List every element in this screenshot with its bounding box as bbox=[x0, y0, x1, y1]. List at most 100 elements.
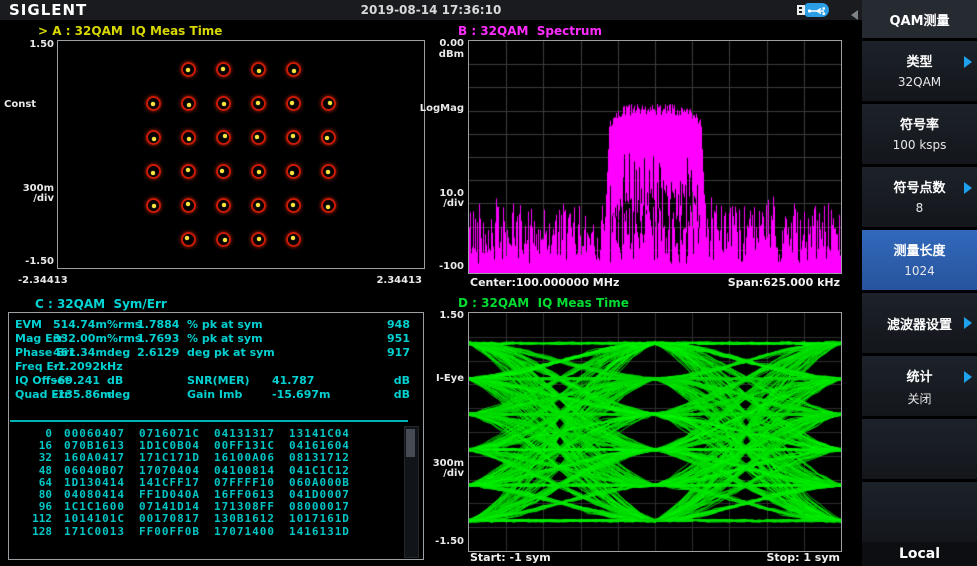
hex-row-index: 80 bbox=[12, 488, 52, 501]
hex-group: 00060407 bbox=[64, 427, 125, 440]
d-axis-format: I-Eye bbox=[416, 373, 464, 384]
usb-body-icon bbox=[805, 3, 829, 17]
measurement-cell: dB bbox=[360, 388, 410, 401]
hex-group: 04100814 bbox=[214, 464, 275, 477]
softkey-title: 符号点数 bbox=[862, 167, 977, 196]
hex-row-index: 112 bbox=[12, 512, 52, 525]
symbol-dot bbox=[221, 67, 225, 71]
symbol-dot bbox=[222, 203, 226, 207]
menu-title: QAM测量 bbox=[862, 0, 977, 41]
symbol-dot bbox=[257, 69, 261, 73]
d-start: Start: -1 sym bbox=[470, 551, 551, 564]
softkey-meas-length[interactable]: 测量长度1024 bbox=[862, 230, 977, 293]
hex-group: 1014101C bbox=[64, 512, 125, 525]
b-ref-unit: dBm bbox=[424, 49, 464, 60]
constellation-point bbox=[286, 62, 301, 77]
hex-group: 1D130414 bbox=[64, 476, 125, 489]
softkey-value: 8 bbox=[862, 196, 977, 215]
constellation-point bbox=[286, 198, 301, 213]
panel-b-title: B : 32QAM Spectrum bbox=[458, 24, 602, 38]
constellation-point bbox=[216, 62, 231, 77]
softkey-symbol-rate[interactable]: 符号率100 ksps bbox=[862, 104, 977, 167]
softkey-title: 滤波器设置 bbox=[862, 293, 977, 333]
constellation-plot bbox=[57, 40, 425, 269]
symbol-dot bbox=[186, 68, 190, 72]
constellation-point bbox=[251, 164, 266, 179]
hex-group: 171308FF bbox=[214, 500, 275, 513]
analyzer-screen: SIGLENT 2019-08-14 17:36:10 > A : 32QAM … bbox=[0, 0, 977, 566]
a-axis-xmin: -2.34413 bbox=[18, 275, 68, 286]
constellation-point bbox=[146, 96, 161, 111]
d-axis-top: 1.50 bbox=[424, 310, 464, 321]
softkey-symbol-points[interactable]: 符号点数8 bbox=[862, 167, 977, 230]
hex-row: 641D130414141CFF1707FFFF10060A000B bbox=[12, 476, 364, 489]
constellation-point bbox=[181, 198, 196, 213]
hex-group: 130B1612 bbox=[214, 512, 275, 525]
symbol-dot bbox=[152, 137, 156, 141]
measurement-cell: dB bbox=[360, 374, 410, 387]
measurement-cell: 948 bbox=[360, 318, 410, 331]
symbol-dot bbox=[151, 102, 155, 106]
hex-row-index: 0 bbox=[12, 427, 52, 440]
softkey-title: 类型 bbox=[862, 41, 977, 70]
symbol-dot bbox=[222, 102, 226, 106]
b-axis-format: LogMag bbox=[412, 103, 464, 114]
measurement-cell: 41.787 bbox=[272, 374, 314, 387]
softkey-title bbox=[862, 482, 977, 492]
hex-group: 16FF0613 bbox=[214, 488, 275, 501]
symbol-dot bbox=[256, 203, 260, 207]
hex-row: 961C1C160007141D14171308FF08000017 bbox=[12, 500, 364, 513]
measurement-cell: EVM bbox=[15, 318, 42, 331]
softkey-type[interactable]: 类型32QAM bbox=[862, 41, 977, 104]
constellation-point bbox=[216, 198, 231, 213]
measurement-cell: -1.2092k bbox=[53, 360, 107, 373]
panel-a-title: > A : 32QAM IQ Meas Time bbox=[38, 24, 222, 38]
measurement-cell: 951 bbox=[360, 332, 410, 345]
measurement-cell: 514.74m bbox=[53, 318, 107, 331]
hex-group: FF1D040A bbox=[139, 488, 200, 501]
submenu-arrow-icon bbox=[964, 182, 972, 194]
spectrum-canvas bbox=[469, 41, 841, 273]
softkey-title: 统计 bbox=[862, 356, 977, 385]
measurement-cell: 332.00m bbox=[53, 332, 107, 345]
hex-group: 171C171D bbox=[139, 451, 200, 464]
symbol-dot bbox=[187, 137, 191, 141]
symbol-dot bbox=[326, 170, 330, 174]
symbol-dot bbox=[291, 203, 295, 207]
constellation-point bbox=[321, 130, 336, 145]
symbol-dot bbox=[291, 134, 295, 138]
softkey-title: 测量长度 bbox=[862, 230, 977, 259]
hex-group: 160A0417 bbox=[64, 451, 125, 464]
hex-scrollbar[interactable] bbox=[404, 426, 419, 558]
b-axis-scale-unit: /div bbox=[424, 198, 464, 209]
hex-group: 041D0007 bbox=[289, 488, 350, 501]
hex-group: 08000017 bbox=[289, 500, 350, 513]
softkey-empty-1 bbox=[862, 419, 977, 482]
softkey-value: 100 ksps bbox=[862, 133, 977, 152]
panel-d-title: D : 32QAM IQ Meas Time bbox=[458, 296, 629, 310]
a-axis-top: 1.50 bbox=[20, 39, 54, 50]
measurement-cell: -15.697m bbox=[272, 388, 330, 401]
hex-row-index: 96 bbox=[12, 500, 52, 513]
measurement-cell: -69.241 bbox=[53, 374, 100, 387]
constellation-point bbox=[181, 62, 196, 77]
symbol-dot bbox=[257, 170, 261, 174]
hex-group: 0716071C bbox=[139, 427, 200, 440]
constellation-point bbox=[216, 164, 231, 179]
hex-scrollbar-thumb[interactable] bbox=[406, 429, 415, 457]
submenu-arrow-icon bbox=[964, 371, 972, 383]
symbol-dot bbox=[152, 204, 156, 208]
symbol-dot bbox=[223, 134, 227, 138]
hex-group: 00FF131C bbox=[214, 439, 275, 452]
menu-collapse-icon[interactable] bbox=[851, 10, 858, 20]
hex-group: 08131712 bbox=[289, 451, 350, 464]
softkey-statistics[interactable]: 统计关闭 bbox=[862, 356, 977, 419]
active-trace-marker: > bbox=[38, 24, 52, 38]
softkey-filter-settings[interactable]: 滤波器设置 bbox=[862, 293, 977, 356]
measurement-cell: -135.86m bbox=[53, 388, 111, 401]
hex-group: 1017161D bbox=[289, 512, 350, 525]
symbol-dot bbox=[326, 205, 330, 209]
symbol-dot bbox=[255, 135, 259, 139]
constellation-point bbox=[321, 164, 336, 179]
constellation-point bbox=[181, 130, 196, 145]
